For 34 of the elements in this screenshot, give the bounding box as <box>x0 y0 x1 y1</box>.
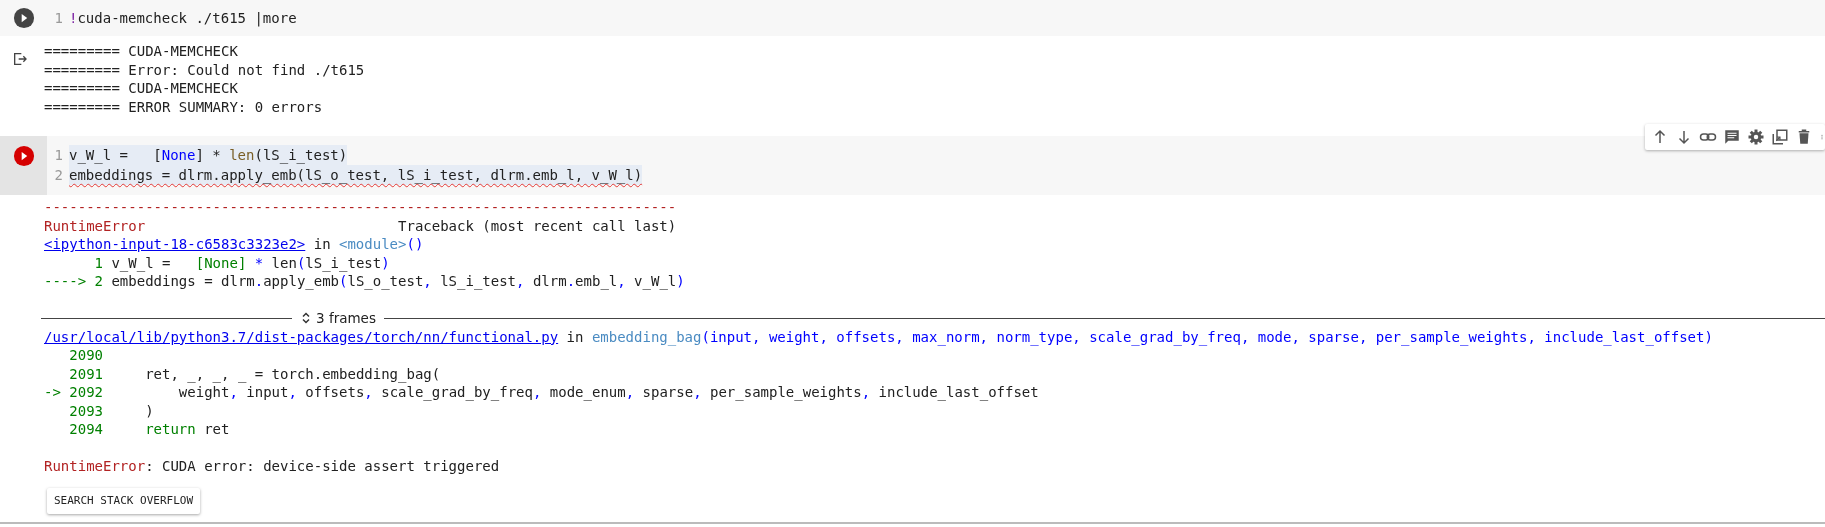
file-link[interactable]: <ipython-input-18-c6583c3323e2> <box>44 235 306 254</box>
line-number: 2094 <box>68 420 103 439</box>
line-number: 1 <box>93 253 103 272</box>
code-text: in embedding_bag(input, weight, offsets, max_norm, norm_type, scale_grad_by_freq, mode, sparse, per_sample_weights, include_last_offset) <box>565 327 1713 346</box>
code-text: ========= Error: Could not find ./t615 <box>44 60 365 79</box>
search-button[interactable]: SEARCH STACK OVERFLOW <box>47 487 201 514</box>
code-text: RuntimeError: CUDA error: device-side assert triggered <box>44 457 500 476</box>
code-cell[interactable]: 1 !cuda-memcheck ./t615 |more <box>0 0 1825 36</box>
frames-toggle[interactable]: 3 frames <box>292 309 384 328</box>
code-text: embeddings = dlrm.apply_emb(lS_o_test, lS_i_test, dlrm.emb_l, v_W_l) <box>69 165 643 185</box>
line-number: 2090 <box>68 346 103 365</box>
line-number: 2091 <box>68 364 103 383</box>
code-text: in <module>() <box>312 235 424 254</box>
code-text: ========= CUDA-MEMCHECK <box>44 79 238 98</box>
line-number: ----> 2 <box>44 272 103 291</box>
code-text: ret, _, _, _ = torch.embedding_bag( <box>144 364 441 383</box>
line-number: 1 <box>53 9 63 28</box>
code-text: !cuda-memcheck ./t615 |more <box>69 9 297 28</box>
line-number: -> 2092 <box>44 383 103 402</box>
code-cell[interactable]: 1 v_W_l = [None] * len(lS_i_test) 2 embeddings = dlrm.apply_emb(lS_o_test, lS_i_test, dlrm.emb_l, v_W_l) <box>0 136 1825 195</box>
code-text: embeddings = dlrm.apply_emb(lS_o_test, lS_i_test, dlrm.emb_l, v_W_l) <box>110 272 685 291</box>
code-text: ========= CUDA-MEMCHECK <box>44 42 238 61</box>
line-number: 1 <box>53 146 63 165</box>
code-text: --------------------------------------------------------------------------- <box>44 198 677 217</box>
code-text: ) <box>144 401 154 420</box>
code-text: weight, input, offsets, scale_grad_by_freq, mode_enum, sparse, per_sample_weights, include_last_offset <box>177 383 1039 402</box>
code-text: return ret <box>144 420 230 439</box>
code-text: ========= ERROR SUMMARY: 0 errors <box>44 97 323 116</box>
code-text: RuntimeError Traceback (most recent call last) <box>44 216 677 235</box>
line-number: 2093 <box>68 401 103 420</box>
code-text: v_W_l = [None] * len(lS_i_test) <box>110 253 390 272</box>
line-number: 2 <box>53 166 63 185</box>
code-text: v_W_l = [None] * len(lS_i_test) <box>69 145 348 165</box>
file-link[interactable]: /usr/local/lib/python3.7/dist-packages/torch/nn/functional.py <box>44 327 559 346</box>
